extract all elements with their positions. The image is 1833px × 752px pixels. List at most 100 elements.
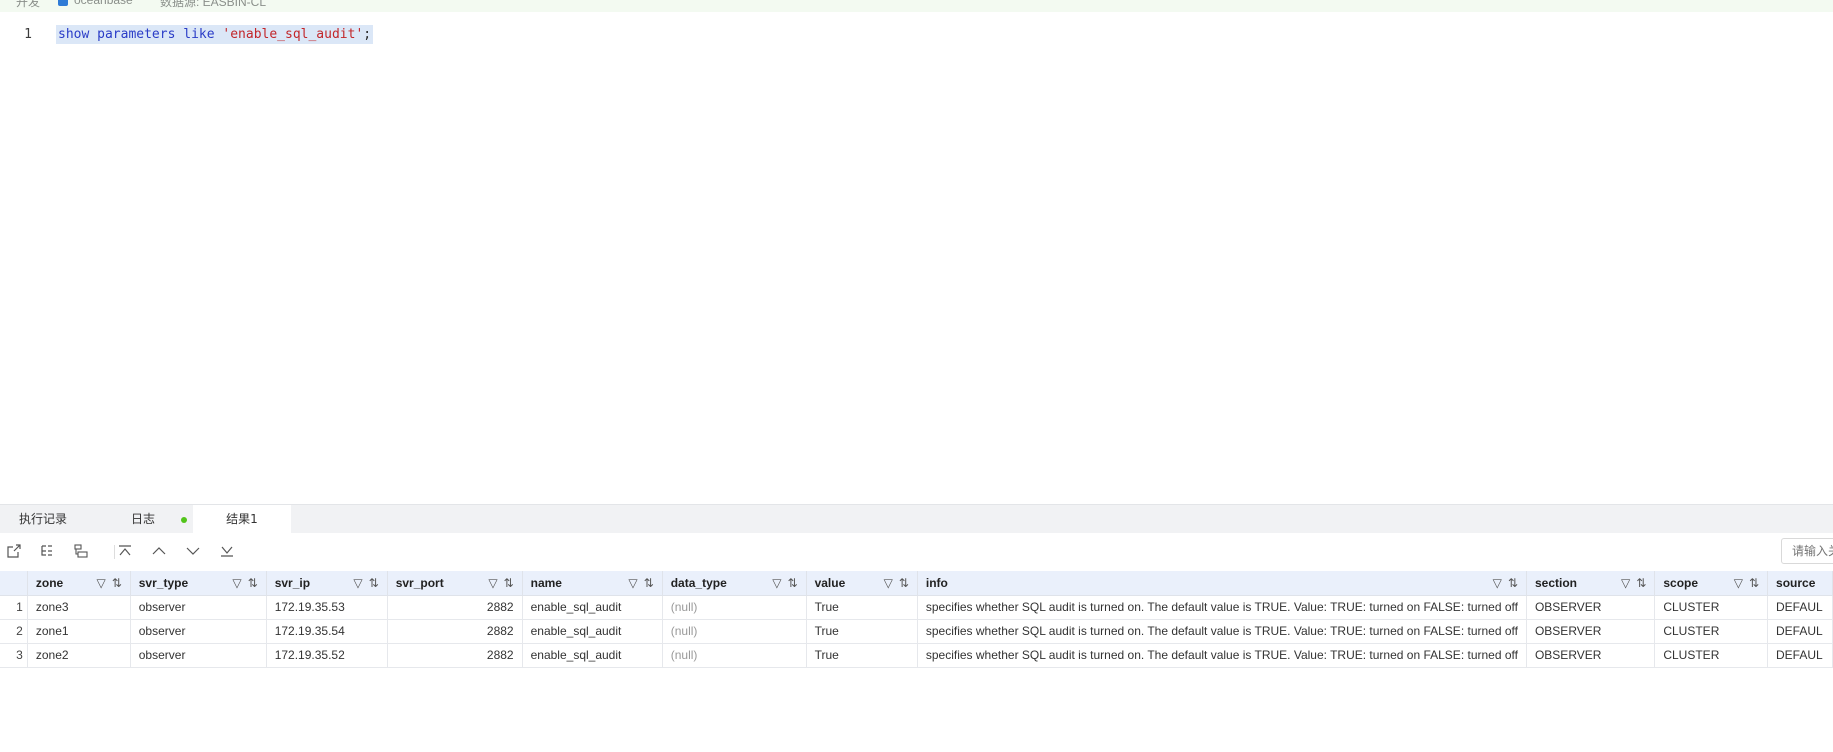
search-input[interactable] — [1781, 538, 1833, 564]
result-grid: zone ▽ ⇅ svr_type ▽ ⇅ svr_ip ▽ ⇅ svr_port ▽ ⇅ na… — [0, 571, 1833, 668]
column-header-info[interactable]: info ▽ ⇅ — [917, 571, 1527, 596]
row-number: 3 — [0, 643, 28, 668]
column-label: data_type — [670, 575, 727, 590]
go-bottom-icon[interactable] — [218, 542, 236, 560]
keyword-show: show — [58, 27, 90, 42]
line-number: 1 — [24, 27, 32, 42]
sort-icon[interactable]: ⇅ — [369, 576, 379, 590]
table-row[interactable]: 2 zone1 observer 172.19.35.54 2882 enabl… — [0, 619, 1833, 644]
cell-svr-type[interactable]: observer — [130, 619, 267, 644]
cell-name[interactable]: enable_sql_audit — [522, 595, 663, 620]
cell-svr-type[interactable]: observer — [130, 643, 267, 668]
tree-icon[interactable] — [38, 542, 56, 560]
cell-info[interactable]: specifies whether SQL audit is turned on… — [917, 595, 1527, 620]
filter-icon[interactable]: ▽ — [1493, 576, 1502, 590]
string-literal: 'enable_sql_audit' — [222, 27, 364, 42]
column-header-scope[interactable]: scope ▽ ⇅ — [1654, 571, 1769, 596]
cell-source[interactable]: DEFAUL — [1767, 595, 1833, 620]
cell-value[interactable]: True — [806, 643, 918, 668]
cell-data-type[interactable]: (null) — [662, 643, 807, 668]
semicolon: ; — [363, 27, 372, 42]
cell-zone[interactable]: zone2 — [27, 643, 131, 668]
cell-svr-port[interactable]: 2882 — [387, 595, 523, 620]
cell-zone[interactable]: zone3 — [27, 595, 131, 620]
cell-scope[interactable]: CLUSTER — [1654, 619, 1769, 644]
cell-info[interactable]: specifies whether SQL audit is turned on… — [917, 619, 1527, 644]
column-label: scope — [1663, 575, 1699, 590]
filter-icon[interactable]: ▽ — [884, 576, 893, 590]
cell-svr-port[interactable]: 2882 — [387, 643, 523, 668]
cell-scope[interactable]: CLUSTER — [1654, 595, 1769, 620]
filter-icon[interactable]: ▽ — [96, 576, 105, 590]
filter-icon[interactable]: ▽ — [772, 576, 781, 590]
filter-icon[interactable]: ▽ — [1621, 576, 1630, 590]
row-number: 2 — [0, 619, 28, 644]
column-label: name — [530, 575, 562, 590]
column-label: source — [1776, 575, 1816, 590]
cell-section[interactable]: OBSERVER — [1526, 643, 1656, 668]
cell-source[interactable]: DEFAUL — [1767, 643, 1833, 668]
breadcrumb[interactable]: 数据源: EASBIN-CL — [160, 0, 266, 10]
tab-label: 结果1 — [226, 512, 258, 526]
filter-icon[interactable]: ▽ — [1734, 576, 1743, 590]
column-label: info — [925, 575, 948, 590]
table-header-row: zone ▽ ⇅ svr_type ▽ ⇅ svr_ip ▽ ⇅ svr_port ▽ ⇅ na… — [0, 571, 1833, 596]
cell-section[interactable]: OBSERVER — [1526, 595, 1656, 620]
filter-icon[interactable]: ▽ — [232, 576, 241, 590]
cell-svr-ip[interactable]: 172.19.35.53 — [266, 595, 388, 620]
cell-name[interactable]: enable_sql_audit — [522, 643, 663, 668]
datasource-label[interactable]: oceanbase — [74, 0, 133, 7]
tab-log[interactable]: 日志 — [115, 505, 203, 533]
cell-section[interactable]: OBSERVER — [1526, 619, 1656, 644]
filter-icon[interactable]: ▽ — [353, 576, 362, 590]
cell-name[interactable]: enable_sql_audit — [522, 619, 663, 644]
sort-icon[interactable]: ⇅ — [899, 576, 909, 590]
column-header-section[interactable]: section ▽ ⇅ — [1526, 571, 1656, 596]
sort-icon[interactable]: ⇅ — [112, 576, 122, 590]
tab-result-1[interactable]: 结果1 — [193, 505, 291, 534]
column-header-svr-type[interactable]: svr_type ▽ ⇅ — [130, 571, 267, 596]
column-label: zone — [35, 575, 64, 590]
column-header-svr-ip[interactable]: svr_ip ▽ ⇅ — [266, 571, 388, 596]
sort-icon[interactable]: ⇅ — [1508, 576, 1518, 590]
filter-icon[interactable]: ▽ — [628, 576, 637, 590]
mode-label[interactable]: 开发 — [16, 0, 40, 10]
table-row[interactable]: 1 zone3 observer 172.19.35.53 2882 enabl… — [0, 595, 1833, 620]
sort-icon[interactable]: ⇅ — [504, 576, 514, 590]
cell-svr-ip[interactable]: 172.19.35.54 — [266, 619, 388, 644]
export-icon[interactable] — [5, 542, 23, 560]
code-line-1[interactable]: show parameters like 'enable_sql_audit'; — [56, 25, 374, 44]
tab-execution-history[interactable]: 执行记录 — [3, 505, 83, 533]
layout-icon[interactable] — [72, 542, 90, 560]
go-down-icon[interactable] — [184, 542, 202, 560]
sort-icon[interactable]: ⇅ — [644, 576, 654, 590]
cell-svr-ip[interactable]: 172.19.35.52 — [266, 643, 388, 668]
cell-value[interactable]: True — [806, 619, 918, 644]
column-header-svr-port[interactable]: svr_port ▽ ⇅ — [387, 571, 523, 596]
filter-icon[interactable]: ▽ — [488, 576, 497, 590]
cell-info[interactable]: specifies whether SQL audit is turned on… — [917, 643, 1527, 668]
column-header-source[interactable]: source — [1767, 571, 1833, 596]
cell-source[interactable]: DEFAUL — [1767, 619, 1833, 644]
cell-svr-type[interactable]: observer — [130, 595, 267, 620]
column-header-zone[interactable]: zone ▽ ⇅ — [27, 571, 131, 596]
cell-zone[interactable]: zone1 — [27, 619, 131, 644]
sql-editor[interactable]: 1 show parameters like 'enable_sql_audit… — [0, 12, 1833, 504]
sort-icon[interactable]: ⇅ — [788, 576, 798, 590]
column-label: svr_type — [138, 575, 189, 590]
column-header-name[interactable]: name ▽ ⇅ — [522, 571, 663, 596]
sort-icon[interactable]: ⇅ — [1749, 576, 1759, 590]
sort-icon[interactable]: ⇅ — [1636, 576, 1646, 590]
cell-data-type[interactable]: (null) — [662, 595, 807, 620]
go-up-icon[interactable] — [150, 542, 168, 560]
cell-svr-port[interactable]: 2882 — [387, 619, 523, 644]
tab-label: 日志 — [131, 512, 156, 526]
column-header-value[interactable]: value ▽ ⇅ — [806, 571, 918, 596]
column-header-data-type[interactable]: data_type ▽ ⇅ — [662, 571, 807, 596]
cell-scope[interactable]: CLUSTER — [1654, 643, 1769, 668]
sort-icon[interactable]: ⇅ — [248, 576, 258, 590]
table-row[interactable]: 3 zone2 observer 172.19.35.52 2882 enabl… — [0, 643, 1833, 668]
cell-value[interactable]: True — [806, 595, 918, 620]
cell-data-type[interactable]: (null) — [662, 619, 807, 644]
go-top-icon[interactable] — [116, 542, 134, 560]
